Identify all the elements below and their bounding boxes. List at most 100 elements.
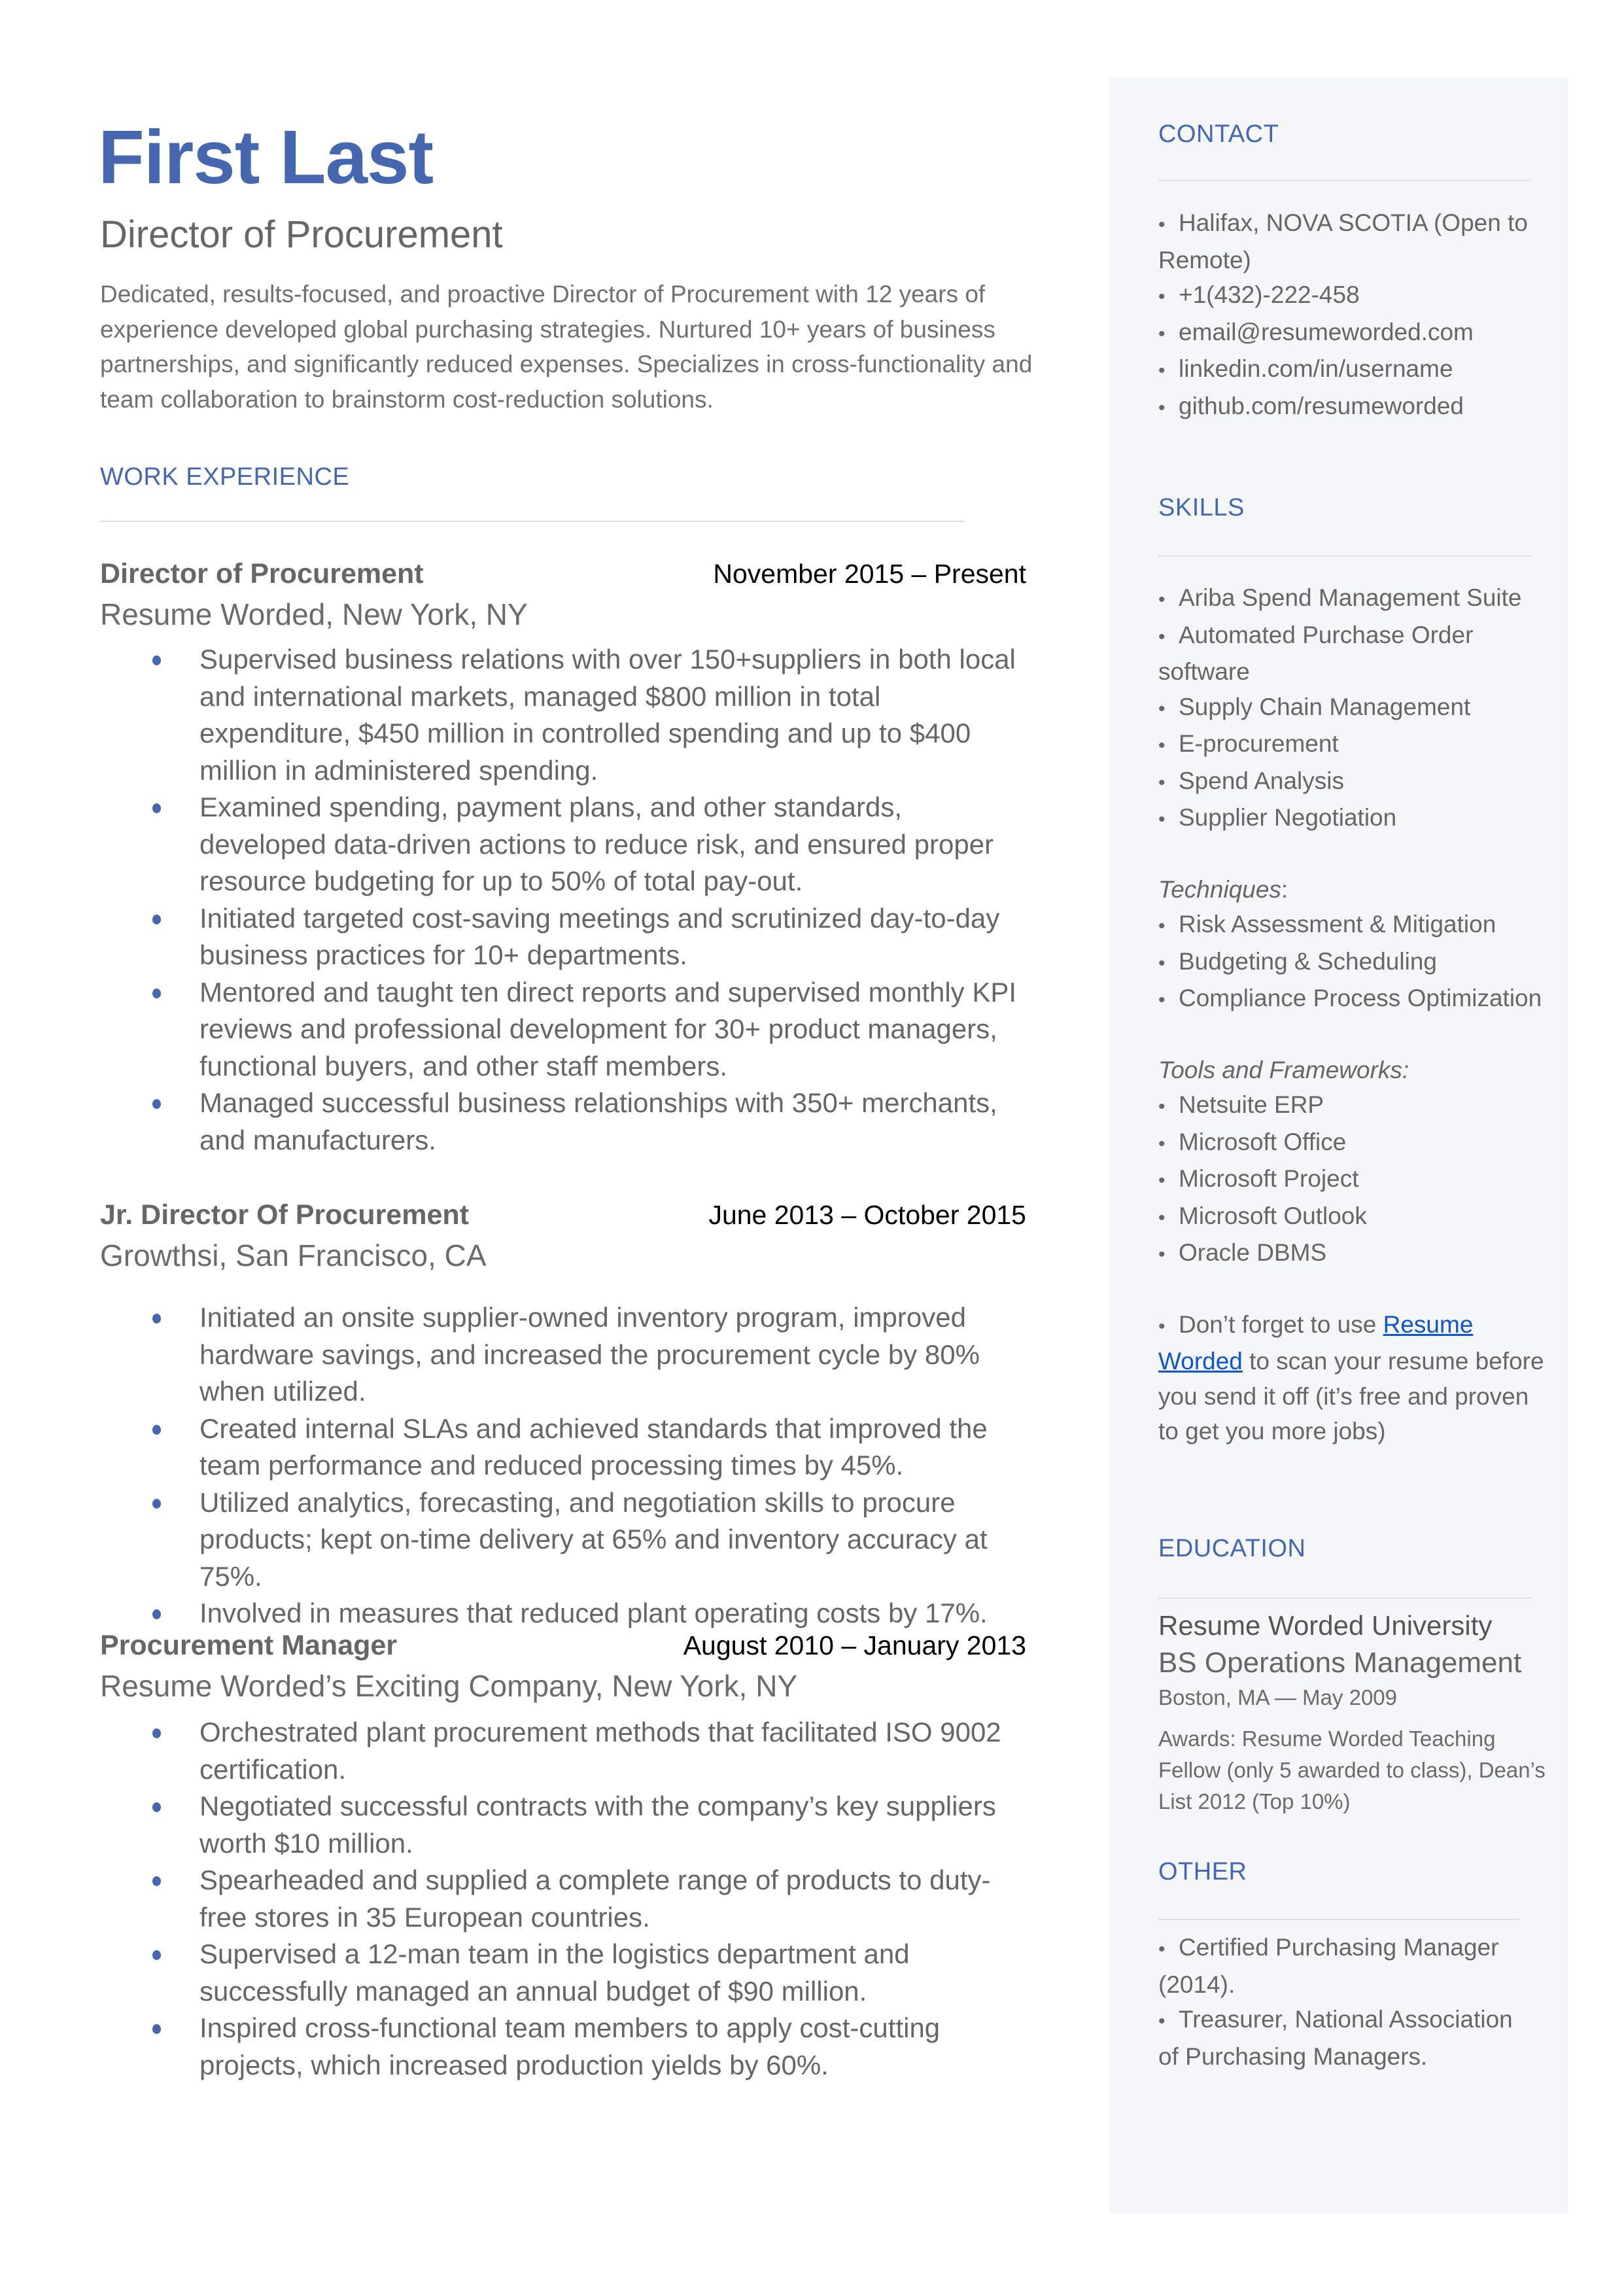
- bullet-icon: •: [1158, 214, 1166, 236]
- education-entry: Resume Worded University BS Operations M…: [1158, 1607, 1551, 1817]
- bullet-icon: •: [1158, 735, 1166, 756]
- bullet-dot-icon: [152, 1424, 161, 1435]
- work-experience-heading: WORK EXPERIENCE: [100, 463, 350, 491]
- other-heading: OTHER: [1158, 1858, 1247, 1885]
- job-bullet: Examined spending, payment plans, and ot…: [100, 789, 1026, 900]
- bullet-icon: •: [1158, 1170, 1166, 1191]
- bullet-icon: •: [1158, 625, 1166, 648]
- job-bullets: Initiated an onsite supplier-owned inven…: [100, 1299, 1026, 1632]
- job-title: Director of Procurement: [100, 558, 424, 589]
- job-bullet: Supervised business relations with over …: [100, 641, 1026, 789]
- bullet-icon: •: [1158, 286, 1166, 307]
- skills-divider: [1158, 555, 1531, 557]
- bullet-dot-icon: [152, 1728, 161, 1738]
- job-bullet: Supervised a 12-man team in the logistic…: [100, 1936, 1026, 2010]
- other-list: • Certified Purchasing Manager (2014). • T…: [1158, 1930, 1531, 2074]
- contact-linkedin: • linkedin.com/in/username: [1158, 351, 1551, 389]
- bullet-icon: •: [1158, 1244, 1166, 1265]
- job-entry: Jr. Director Of Procurement June 2013 – …: [100, 1195, 1026, 1632]
- job-title: Procurement Manager: [100, 1630, 398, 1661]
- education-divider: [1158, 1598, 1531, 1599]
- contact-phone: • +1(432)-222-458: [1158, 277, 1551, 315]
- tool-item: • Microsoft Outlook: [1158, 1199, 1551, 1236]
- tool-item: • Microsoft Office: [1158, 1125, 1551, 1162]
- skill-item: • Spend Analysis: [1158, 763, 1551, 801]
- summary-paragraph: Dedicated, results-focused, and proactiv…: [100, 281, 1033, 413]
- job-bullets: Supervised business relations with over …: [100, 641, 1026, 1159]
- resume-worded-tip: • Don’t forget to use Resume Worded to sc…: [1158, 1307, 1551, 1449]
- bullet-dot-icon: [152, 988, 161, 998]
- bullet-dot-icon: [152, 2024, 161, 2034]
- job-company: Growthsi, San Francisco, CA: [100, 1238, 487, 1272]
- other-item: • Certified Purchasing Manager (2014).: [1158, 1930, 1531, 2002]
- bullet-icon: •: [1158, 396, 1166, 419]
- bullet-icon: •: [1158, 1938, 1166, 1960]
- candidate-title: Director of Procurement: [100, 213, 503, 256]
- technique-item: • Compliance Process Optimization: [1158, 981, 1551, 1018]
- bullet-dot-icon: [152, 1099, 161, 1109]
- skills-heading: SKILLS: [1158, 494, 1245, 521]
- job-entry: Procurement Manager August 2010 – Januar…: [100, 1625, 1026, 2084]
- bullet-icon: •: [1158, 1096, 1166, 1117]
- education-location-date: Boston, MA — May 2009: [1158, 1685, 1398, 1709]
- candidate-name: First Last: [98, 114, 434, 200]
- contact-divider: [1158, 180, 1531, 181]
- contact-location: • Halifax, NOVA SCOTIA (Open to Remote): [1158, 205, 1551, 277]
- education-degree: BS Operations Management: [1158, 1647, 1522, 1679]
- bullet-icon: •: [1158, 697, 1166, 720]
- bullet-icon: •: [1158, 915, 1166, 937]
- bullet-icon: •: [1158, 2010, 1166, 2032]
- job-bullet: Utilized analytics, forecasting, and neg…: [100, 1484, 1026, 1596]
- bullet-icon: •: [1158, 1206, 1166, 1229]
- work-experience-divider: [100, 521, 965, 522]
- job-bullet: Initiated an onsite supplier-owned inven…: [100, 1299, 1026, 1410]
- bullet-dot-icon: [152, 656, 161, 665]
- job-entry: Director of Procurement November 2015 – …: [100, 553, 1026, 1159]
- job-bullet: Managed successful business relationship…: [100, 1085, 1026, 1159]
- job-company: Resume Worded’s Exciting Company, New Yo…: [100, 1669, 798, 1703]
- skills-list: • Ariba Spend Management Suite • Automated…: [1158, 580, 1551, 1449]
- bullet-dot-icon: [152, 1314, 161, 1323]
- tool-item: • Netsuite ERP: [1158, 1087, 1551, 1125]
- skill-item: • Supplier Negotiation: [1158, 800, 1551, 837]
- contact-github: • github.com/resumeworded: [1158, 389, 1551, 426]
- job-bullet: Spearheaded and supplied a complete rang…: [100, 1862, 1026, 1936]
- skill-item: • Ariba Spend Management Suite: [1158, 580, 1551, 618]
- job-dates: November 2015 – Present: [713, 559, 1026, 589]
- tool-item: • Microsoft Project: [1158, 1161, 1551, 1199]
- technique-item: • Risk Assessment & Mitigation: [1158, 907, 1551, 944]
- bullet-dot-icon: [152, 1609, 161, 1619]
- job-bullet: Negotiated successful contracts with the…: [100, 1788, 1026, 1862]
- contact-email: • email@resumeworded.com: [1158, 315, 1551, 352]
- tools-label: Tools and Frameworks:: [1158, 1056, 1409, 1083]
- tool-item: • Oracle DBMS: [1158, 1235, 1551, 1272]
- bullet-dot-icon: [152, 1498, 161, 1509]
- other-item: • Treasurer, National Association of Purc…: [1158, 2002, 1531, 2074]
- bullet-icon: •: [1158, 360, 1166, 381]
- job-company: Resume Worded, New York, NY: [100, 597, 528, 631]
- bullet-icon: •: [1158, 771, 1166, 794]
- bullet-icon: •: [1158, 1315, 1166, 1337]
- other-divider: [1158, 1919, 1519, 1920]
- skill-item: • Automated Purchase Order software: [1158, 618, 1551, 690]
- bullet-icon: •: [1158, 323, 1166, 345]
- contact-list: • Halifax, NOVA SCOTIA (Open to Remote) •…: [1158, 205, 1551, 425]
- education-heading: EDUCATION: [1158, 1535, 1306, 1562]
- job-bullet: Orchestrated plant procurement methods t…: [100, 1714, 1026, 1788]
- education-awards: Awards: Resume Worded Teaching Fellow (o…: [1158, 1726, 1546, 1813]
- techniques-label: Techniques:: [1158, 875, 1288, 903]
- skill-item: • E-procurement: [1158, 726, 1551, 763]
- bullet-icon: •: [1158, 589, 1166, 610]
- bullet-dot-icon: [152, 1876, 161, 1886]
- job-bullet: Created internal SLAs and achieved stand…: [100, 1410, 1026, 1484]
- bullet-icon: •: [1158, 989, 1166, 1011]
- job-bullet: Initiated targeted cost-saving meetings …: [100, 900, 1026, 974]
- technique-item: • Budgeting & Scheduling: [1158, 944, 1551, 981]
- job-bullet: Mentored and taught ten direct reports a…: [100, 974, 1026, 1085]
- job-bullet: Inspired cross-functional team members t…: [100, 2010, 1026, 2084]
- skill-item: • Supply Chain Management: [1158, 690, 1551, 727]
- bullet-icon: •: [1158, 809, 1166, 830]
- job-dates: August 2010 – January 2013: [683, 1630, 1026, 1660]
- bullet-dot-icon: [152, 1802, 161, 1812]
- contact-heading: CONTACT: [1158, 120, 1279, 148]
